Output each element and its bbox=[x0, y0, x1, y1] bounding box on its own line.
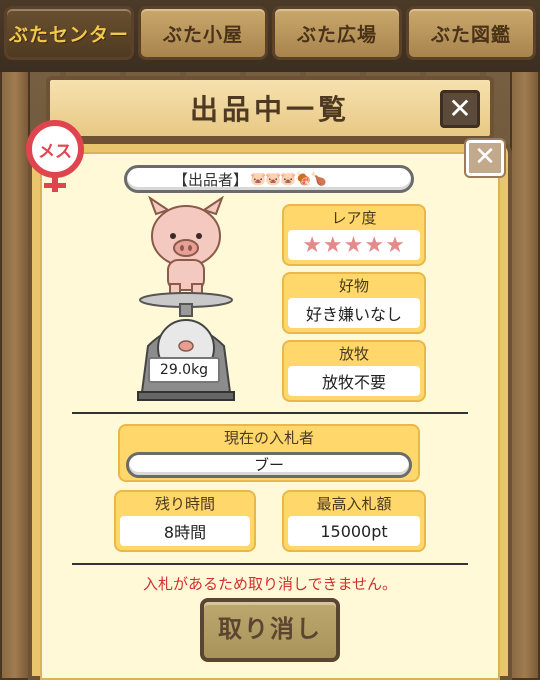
wood-beam-right bbox=[510, 60, 540, 680]
bidder-value: ブー bbox=[126, 452, 412, 478]
highest-bid-card: 最高入札額 15000pt bbox=[282, 490, 426, 552]
rarity-stars: ★★★★★ bbox=[302, 232, 406, 258]
seller-label: 【出品者】 bbox=[173, 170, 249, 189]
remaining-value: 8時間 bbox=[120, 516, 250, 546]
cancel-listing-button[interactable]: 取り消し bbox=[200, 598, 340, 662]
seller-badge-icons: 🐷🐷🐷🍖🍗 bbox=[250, 171, 327, 187]
favorite-food-card: 好物 好き嫌いなし bbox=[282, 272, 426, 334]
remaining-label: 残り時間 bbox=[154, 495, 215, 513]
header-board: 出品中一覧 ✕ bbox=[46, 76, 494, 140]
remaining-time-card: 残り時間 8時間 bbox=[114, 490, 256, 552]
tab-buta-zukan[interactable]: ぶた図鑑 bbox=[406, 6, 536, 60]
tab-buta-koya[interactable]: ぶた小屋 bbox=[138, 6, 268, 60]
panel-close-button[interactable]: ✕ bbox=[466, 140, 504, 176]
bidder-label: 現在の入札者 bbox=[223, 429, 314, 447]
highest-bid-label: 最高入札額 bbox=[316, 495, 392, 513]
page-title: 出品中一覧 bbox=[189, 93, 350, 126]
cancel-warning-text: 入札があるため取り消しできません。 bbox=[142, 575, 398, 593]
female-icon: メス bbox=[24, 118, 88, 192]
grazing-card: 放牧 放牧不要 bbox=[282, 340, 426, 402]
tab-buta-hiroba[interactable]: ぶた広場 bbox=[272, 6, 402, 60]
gender-label: メス bbox=[26, 120, 84, 178]
divider-top bbox=[72, 412, 468, 414]
seller-info: 【出品者】 🐷🐷🐷🍖🍗 bbox=[124, 165, 414, 193]
scale-icon bbox=[137, 292, 235, 401]
rarity-label: レア度 bbox=[331, 209, 377, 227]
pig-icon bbox=[148, 196, 224, 299]
divider-bottom bbox=[72, 563, 468, 565]
header-close-button[interactable]: ✕ bbox=[440, 90, 480, 128]
weight-readout: 29.0kg bbox=[148, 357, 220, 383]
highest-bid-value: 15000pt bbox=[288, 516, 420, 546]
favorite-value: 好き嫌いなし bbox=[288, 298, 420, 328]
grazing-label: 放牧 bbox=[338, 345, 369, 363]
grazing-value: 放牧不要 bbox=[288, 366, 420, 396]
current-bidder-card: 現在の入札者 ブー bbox=[118, 424, 420, 482]
favorite-label: 好物 bbox=[338, 277, 369, 295]
top-tab-bar: ぶたセンター ぶた小屋 ぶた広場 ぶた図鑑 bbox=[0, 0, 540, 72]
rarity-card: レア度 ★★★★★ bbox=[282, 204, 426, 266]
tab-buta-center[interactable]: ぶたセンター bbox=[4, 6, 134, 60]
